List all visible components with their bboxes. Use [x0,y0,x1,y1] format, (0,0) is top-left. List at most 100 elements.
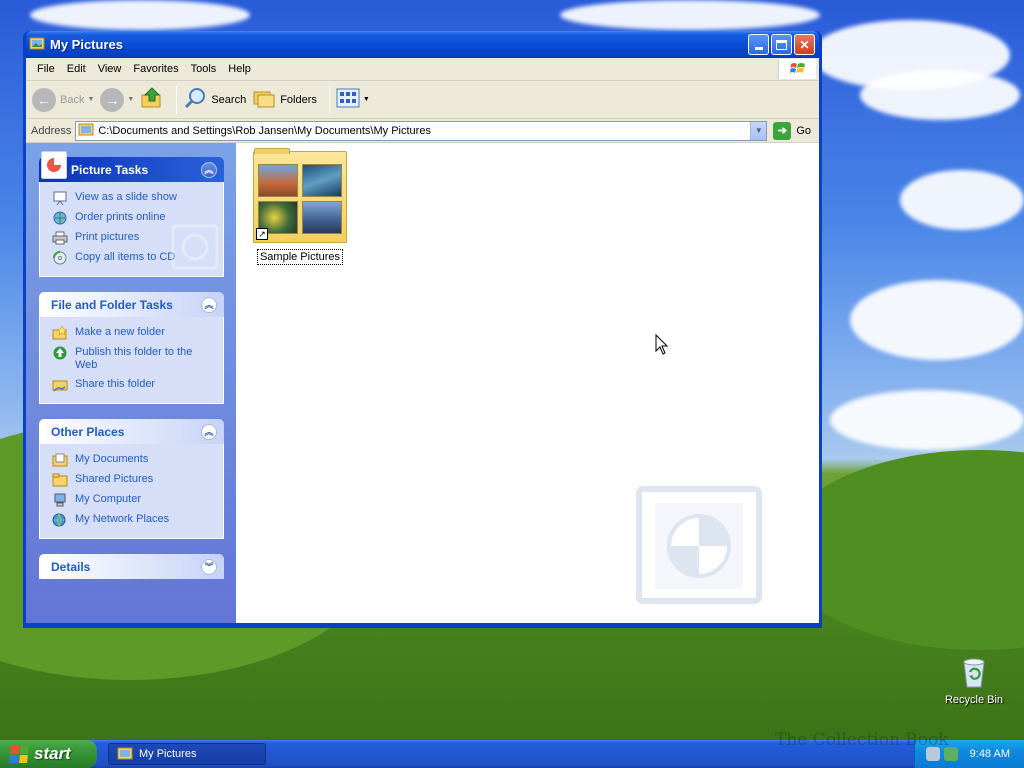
address-path: C:\Documents and Settings\Rob Jansen\My … [98,124,431,137]
recycle-bin-icon [959,656,989,688]
windows-logo-icon [778,59,816,79]
go-arrow-icon: ➔ [773,121,792,140]
shared-pictures-icon [52,473,68,487]
menu-help[interactable]: Help [222,63,257,75]
printer-icon [52,231,68,245]
views-button[interactable]: ▼ [336,87,370,112]
expand-icon[interactable]: ︾ [201,558,217,575]
task-make-new-folder[interactable]: Make a new folder [52,323,213,343]
back-dropdown-icon[interactable]: ▼ [87,96,94,103]
my-pictures-icon [117,745,133,764]
place-my-computer[interactable]: My Computer [52,490,213,510]
up-folder-icon [140,86,164,113]
mouse-cursor-icon [655,334,669,355]
folder-thumbnails [258,164,342,234]
maximize-icon [776,39,787,50]
collapse-icon[interactable]: ︽ [201,161,217,178]
task-label: Print pictures [75,231,140,243]
clock[interactable]: 9:48 AM [970,748,1010,760]
folder-tab [254,148,290,154]
details-header[interactable]: Details ︾ [39,554,224,579]
address-bar: Address C:\Documents and Settings\Rob Ja… [26,119,819,143]
file-folder-tasks-header[interactable]: File and Folder Tasks ︽ [39,292,224,317]
picture-tasks-header[interactable]: Picture Tasks ︽ [39,151,224,182]
cloud [900,170,1024,230]
close-icon: ✕ [799,37,810,52]
window-body: Picture Tasks ︽ View as a slide show Ord… [26,143,819,623]
other-places-header[interactable]: Other Places ︽ [39,419,224,444]
camera-watermark-icon [636,486,762,604]
folder-with-thumbnails-icon: ↗ [253,148,347,243]
back-label: Back [60,93,85,106]
task-share-folder[interactable]: Share this folder [52,375,213,395]
watermark-text: The Collection Book [775,730,949,750]
place-my-network-places[interactable]: My Network Places [52,510,213,530]
back-button[interactable]: ← Back ▼ [32,87,94,112]
my-documents-icon [52,453,68,467]
title-bar[interactable]: My Pictures ✕ [26,31,819,58]
network-places-icon [52,513,68,527]
address-dropdown-button[interactable]: ▼ [750,121,767,140]
forward-button[interactable]: → ▼ [100,87,134,112]
order-prints-icon [52,211,68,225]
new-folder-icon [52,325,68,340]
file-view[interactable]: ↗ Sample Pictures [236,143,819,623]
details-panel: Details ︾ [39,554,224,579]
place-shared-pictures[interactable]: Shared Pictures [52,470,213,490]
folders-button[interactable]: Folders [252,86,317,113]
cd-icon [52,251,68,265]
place-label: My Computer [75,493,142,505]
thumbnail-sky [302,201,342,234]
menu-bar: File Edit View Favorites Tools Help [26,58,819,81]
menu-view[interactable]: View [92,63,128,75]
other-places-title: Other Places [51,424,125,439]
folder-small-icon [78,122,94,139]
views-icon [336,87,360,112]
toolbar: ← Back ▼ → ▼ Search Folders ▼ [26,81,819,119]
chevron-down-icon: ▼ [754,126,763,135]
start-button[interactable]: start [0,740,97,768]
windows-flag-icon [9,745,29,763]
address-label: Address [31,124,72,137]
views-dropdown-icon[interactable]: ▼ [363,96,370,103]
forward-dropdown-icon[interactable]: ▼ [127,96,134,103]
recycle-bin-label: Recycle Bin [944,694,1004,706]
close-button[interactable]: ✕ [794,34,815,55]
menu-file[interactable]: File [31,63,61,75]
my-computer-icon [52,493,68,507]
folder-label: Sample Pictures [256,249,344,265]
go-button[interactable]: ➔ Go [773,121,811,140]
place-label: My Documents [75,453,149,465]
collapse-icon[interactable]: ︽ [201,296,217,313]
file-folder-tasks-title: File and Folder Tasks [51,297,173,312]
shortcut-arrow-icon: ↗ [256,228,268,240]
place-my-documents[interactable]: My Documents [52,450,213,470]
search-button[interactable]: Search [183,86,246,113]
folder-item-sample-pictures[interactable]: ↗ Sample Pictures [252,148,348,265]
task-view-slideshow[interactable]: View as a slide show [52,188,213,208]
taskbar-button-label: My Pictures [139,748,197,760]
menu-tools[interactable]: Tools [185,63,223,75]
up-folder-button[interactable] [140,86,164,113]
task-label: View as a slide show [75,191,177,203]
maximize-button[interactable] [771,34,792,55]
explorer-window: My Pictures ✕ File Edit View Favorites T… [23,31,822,628]
forward-arrow-icon: → [100,87,125,112]
address-input[interactable]: C:\Documents and Settings\Rob Jansen\My … [75,120,768,141]
task-pane: Picture Tasks ︽ View as a slide show Ord… [26,143,236,623]
toolbar-separator [176,85,178,114]
picture-tasks-body: View as a slide show Order prints online… [39,182,224,277]
taskbar-button-my-pictures[interactable]: My Pictures [108,743,266,765]
recycle-bin[interactable]: Recycle Bin [940,656,1008,706]
picture-tasks-title: Picture Tasks [71,162,149,177]
minimize-button[interactable] [748,34,769,55]
menu-favorites[interactable]: Favorites [127,63,184,75]
task-publish-to-web[interactable]: Publish this folder to the Web [52,343,213,375]
other-places-body: My Documents Shared Pictures My Computer [39,444,224,539]
task-label: Share this folder [75,378,156,390]
collapse-icon[interactable]: ︽ [201,423,217,440]
thumbnail-arch [258,164,298,197]
my-pictures-icon [29,35,45,54]
picture-tasks-panel: Picture Tasks ︽ View as a slide show Ord… [39,151,224,277]
menu-edit[interactable]: Edit [61,63,92,75]
